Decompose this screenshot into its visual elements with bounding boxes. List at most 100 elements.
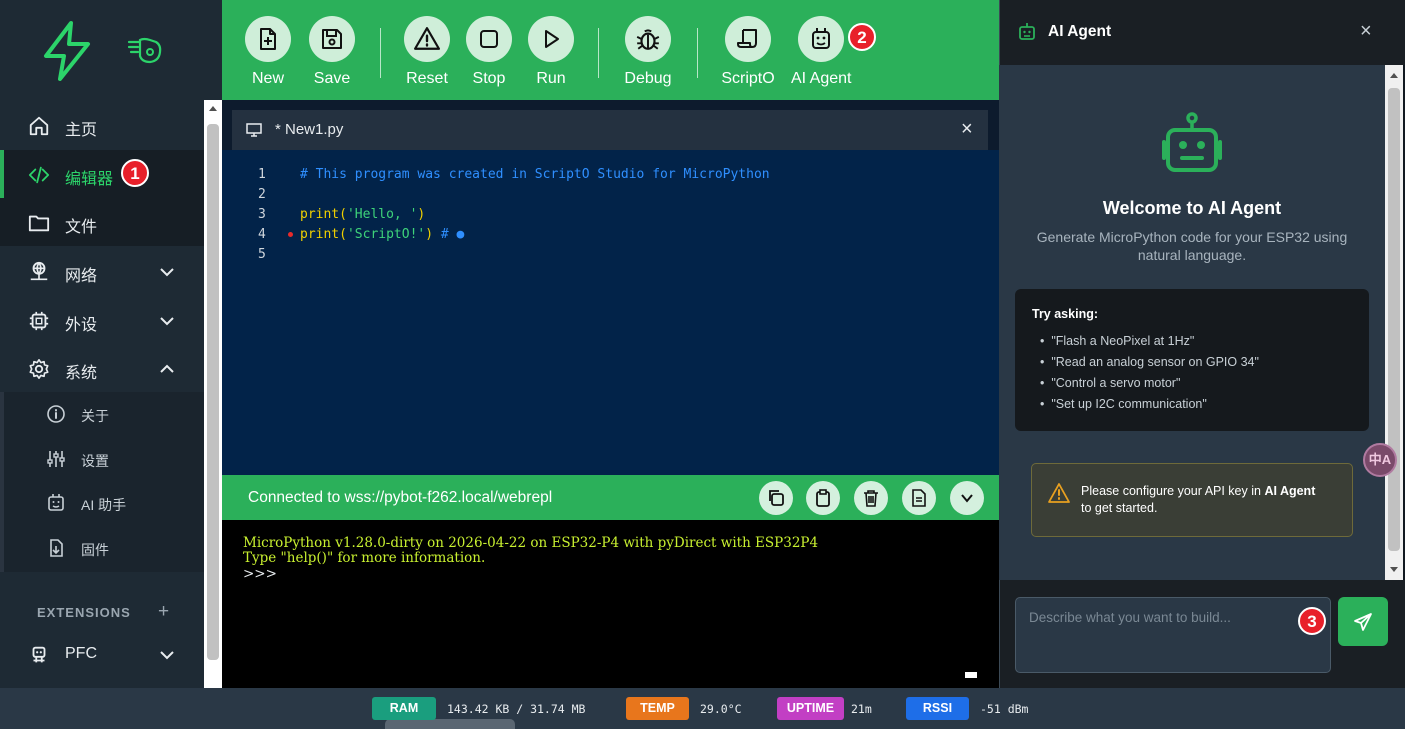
- warning-text: Please configure your API key in AI Agen…: [1081, 484, 1315, 498]
- submenu-item-ai-assistant[interactable]: AI 助手: [4, 481, 204, 526]
- lightning-logo-icon: [44, 21, 90, 81]
- suggestion-text: "Set up I2C communication": [1051, 397, 1207, 411]
- toolbar-divider: [697, 28, 698, 78]
- chevron-down-icon[interactable]: [158, 263, 176, 281]
- monitor-icon: [246, 123, 262, 137]
- active-indicator: [0, 150, 4, 198]
- new-file-icon: [260, 28, 276, 50]
- download-icon: [50, 539, 63, 557]
- code-token: print(: [300, 207, 347, 222]
- annotation-badge-2: 2: [848, 23, 876, 51]
- add-extension-button[interactable]: +: [158, 601, 169, 623]
- submenu-item-about[interactable]: 关于: [4, 392, 204, 437]
- debug-button[interactable]: Debug: [618, 16, 678, 88]
- sidebar-item-system[interactable]: 系统: [0, 344, 204, 392]
- warning-icon: [1048, 483, 1070, 503]
- prompt-input[interactable]: Describe what you want to build...: [1015, 597, 1331, 673]
- sidebar-item-files[interactable]: 文件: [0, 198, 204, 246]
- chevron-up-icon[interactable]: [158, 360, 176, 378]
- suggestion-item[interactable]: • "Control a servo motor": [1040, 376, 1180, 390]
- suggestion-item[interactable]: • "Flash a NeoPixel at 1Hz": [1040, 334, 1194, 348]
- ai-agent-button[interactable]: AI Agent: [791, 16, 852, 88]
- code-token: ): [417, 207, 426, 222]
- ai-agent-button-label: AI Agent: [791, 70, 852, 87]
- sidebar-item-editor[interactable]: 编辑器: [0, 150, 204, 198]
- robot-icon: [32, 646, 46, 663]
- temp-value: 29.0°C: [700, 702, 742, 716]
- code-token: ): [425, 227, 434, 242]
- chevron-down-icon[interactable]: [158, 312, 176, 330]
- welcome-subtitle: natural language.: [1137, 247, 1247, 263]
- code-line-1: # This program was created in ScriptO St…: [300, 167, 770, 182]
- sidebar-scroll-thumb[interactable]: [207, 124, 219, 660]
- scroll-down-arrow-icon[interactable]: [1389, 566, 1399, 574]
- copy-button[interactable]: [759, 481, 793, 515]
- bug-icon: [636, 29, 660, 50]
- ram-value: 143.42 KB / 31.74 MB: [447, 702, 586, 716]
- suggestion-item[interactable]: • "Set up I2C communication": [1040, 397, 1207, 411]
- robot-icon: [812, 28, 830, 49]
- scripto-button-label: ScriptO: [721, 70, 775, 87]
- new-button[interactable]: New: [238, 16, 298, 88]
- suggestion-item[interactable]: • "Read an analog sensor on GPIO 34": [1040, 355, 1259, 369]
- code-icon: [28, 166, 50, 184]
- chevron-down-icon[interactable]: [158, 646, 176, 664]
- paste-button[interactable]: [806, 481, 840, 515]
- sidebar-item-label: 编辑器: [65, 171, 114, 188]
- sidebar-item-home[interactable]: 主页: [0, 101, 204, 149]
- welcome-heading: Welcome to AI Agent: [1102, 198, 1282, 218]
- code-token: 'Hello, ': [346, 207, 418, 222]
- scroll-up-arrow-icon[interactable]: [208, 104, 218, 112]
- folder-icon: [28, 215, 50, 232]
- close-tab-button[interactable]: ×: [961, 118, 973, 141]
- submenu-item-label: 设置: [81, 453, 109, 469]
- rssi-value: -51 dBm: [980, 702, 1029, 716]
- code-line-3: print('Hello, '): [300, 207, 425, 222]
- suggestion-text: "Read an analog sensor on GPIO 34": [1051, 355, 1259, 369]
- run-button[interactable]: Run: [521, 16, 581, 88]
- gear-icon: [29, 359, 49, 379]
- save-button-label: Save: [313, 70, 351, 87]
- submenu-item-firmware[interactable]: 固件: [4, 526, 204, 571]
- code-editor[interactable]: [222, 150, 999, 475]
- sidebar-item-label: 主页: [65, 122, 98, 139]
- home-icon: [29, 116, 49, 136]
- clear-button[interactable]: [854, 481, 888, 515]
- scripto-button[interactable]: ScriptO: [718, 16, 778, 88]
- editor-tab[interactable]: * New1.py ×: [232, 110, 988, 150]
- code-token: # ●: [433, 227, 465, 242]
- send-button[interactable]: [1338, 597, 1388, 646]
- chip-icon: [29, 311, 49, 331]
- submenu-item-settings[interactable]: 设置: [4, 437, 204, 482]
- stop-button-label: Stop: [472, 70, 506, 87]
- horizontal-scroll-thumb[interactable]: [385, 719, 515, 729]
- submenu-item-label: 关于: [81, 408, 109, 424]
- sidebar-item-network[interactable]: 网络: [0, 247, 204, 295]
- breakpoint-marker[interactable]: [288, 232, 293, 237]
- terminal-line: Type "help()" for more information.: [243, 550, 486, 566]
- ai-panel-scroll-thumb[interactable]: [1388, 88, 1400, 551]
- stop-button[interactable]: Stop: [459, 16, 519, 88]
- collapse-terminal-button[interactable]: [950, 481, 984, 515]
- sidebar-item-pfc[interactable]: PFC: [0, 630, 204, 678]
- reset-button[interactable]: Reset: [397, 16, 457, 88]
- pointer-hand-icon[interactable]: [126, 34, 164, 66]
- line-number: 2: [258, 187, 266, 202]
- toolbar-divider: [598, 28, 599, 78]
- line-number: 4: [258, 227, 266, 242]
- extensions-heading: EXTENSIONS: [37, 605, 131, 620]
- robot-icon: [1019, 23, 1035, 40]
- suggestion-text: "Control a servo motor": [1051, 376, 1181, 390]
- warning-text-part: Please configure your API key in: [1081, 484, 1265, 498]
- warning-text-part: to get started.: [1081, 501, 1158, 515]
- script-icon: [737, 29, 757, 48]
- editor-tab-title: * New1.py: [275, 121, 344, 138]
- log-button[interactable]: [902, 481, 936, 515]
- close-panel-button[interactable]: ×: [1360, 20, 1372, 43]
- sidebar-item-peripherals[interactable]: 外设: [0, 296, 204, 344]
- save-button[interactable]: Save: [302, 16, 362, 88]
- translate-widget[interactable]: 中A: [1363, 443, 1397, 477]
- scroll-up-arrow-icon[interactable]: [1389, 71, 1399, 79]
- clipboard-icon: [816, 489, 830, 507]
- sliders-icon: [47, 451, 65, 467]
